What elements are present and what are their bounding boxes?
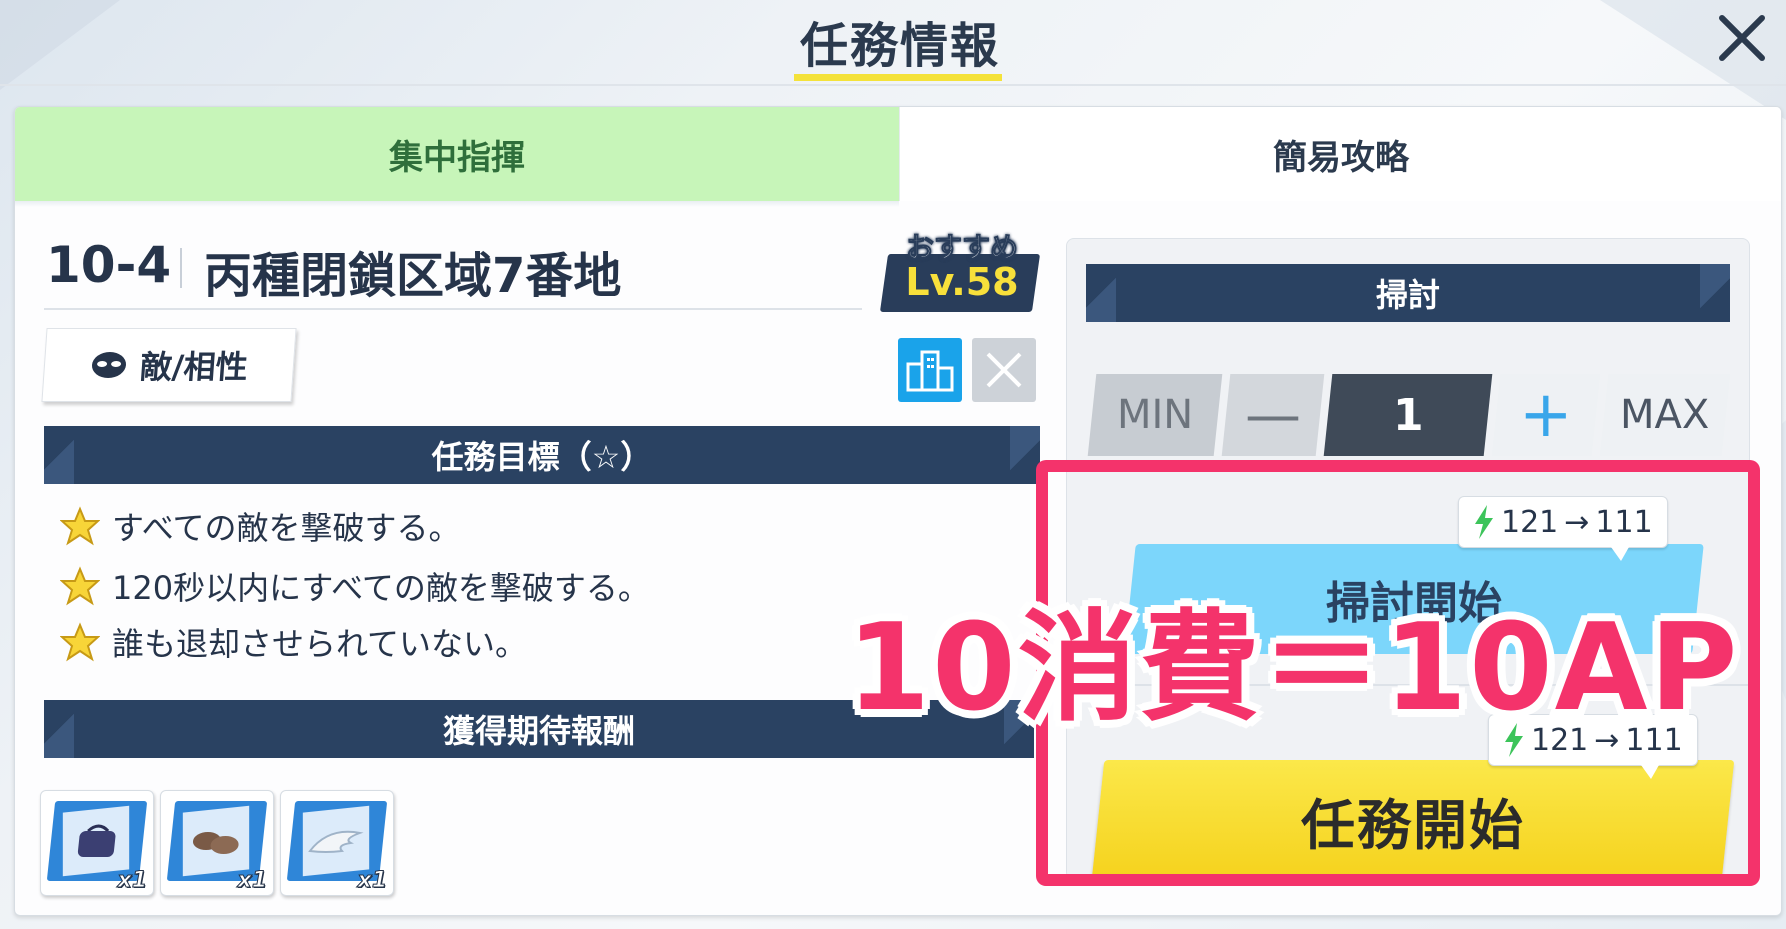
wing-icon [308, 830, 364, 853]
plus-button[interactable]: + [1491, 374, 1601, 456]
title-underline [794, 74, 1002, 81]
objectives-header-label: 任務目標（☆） [431, 438, 653, 476]
stage-name: 丙種閉鎖区域7番地 [204, 248, 622, 304]
star-icon [60, 622, 100, 662]
enemy-affinity-label: 敵/相性 [138, 348, 250, 386]
reward-quantity: x1 [357, 868, 387, 894]
tab-simple-attack[interactable]: 簡易攻略 [899, 107, 1781, 201]
max-label: MAX [1620, 392, 1710, 438]
objective-text: 120秒以内にすべての敵を撃破する。 [112, 569, 650, 607]
objective-item: すべての敵を撃破する。 [60, 502, 460, 550]
sweep-header: 掃討 [1086, 264, 1730, 322]
objectives-header: 任務目標（☆） [44, 426, 1040, 484]
bag-icon [77, 824, 116, 857]
stage-code: 10-4 [46, 236, 172, 294]
reward-item[interactable]: x1 [40, 790, 154, 896]
shoes-icon [192, 832, 239, 854]
recommended-level-badge: おすすめ Lv.58 [879, 226, 1044, 318]
objective-text: すべての敵を撃破する。 [112, 509, 461, 547]
min-label: MIN [1116, 392, 1194, 438]
reward-quantity: x1 [237, 868, 267, 894]
rewards-header-label: 獲得期待報酬 [442, 712, 635, 750]
mission-info-screen: 任務情報 集中指揮 簡易攻略 10-4 丙種閉鎖区域7番地 おすすめ Lv.58… [0, 0, 1786, 929]
close-icon[interactable] [1712, 8, 1772, 68]
reward-item[interactable]: x1 [160, 790, 274, 896]
reward-quantity: x1 [117, 868, 147, 894]
recommended-level: Lv.58 [905, 260, 1019, 304]
objective-item: 誰も退却させられていない。 [60, 618, 527, 666]
building-icon[interactable] [898, 338, 962, 402]
star-icon [60, 566, 100, 606]
header-divider [0, 84, 1786, 86]
tab-shadow [15, 201, 899, 207]
enemy-affinity-button[interactable]: 敵/相性 [41, 328, 297, 402]
objective-item: 120秒以内にすべての敵を撃破する。 [60, 562, 650, 610]
page-title: 任務情報 [799, 18, 1000, 74]
max-button[interactable]: MAX [1599, 374, 1731, 456]
sweep-header-label: 掃討 [1375, 276, 1440, 314]
reward-item[interactable]: x1 [280, 790, 394, 896]
stage-separator [180, 248, 182, 288]
minus-label: — [1245, 382, 1301, 448]
sweep-count-field[interactable]: 1 [1323, 374, 1493, 456]
sweep-count-value: 1 [1392, 389, 1424, 441]
stage-divider [44, 308, 862, 310]
x-disabled-icon[interactable] [972, 338, 1036, 402]
minus-button[interactable]: — [1221, 374, 1325, 456]
plus-label: + [1519, 378, 1573, 452]
tab-focus-command[interactable]: 集中指揮 [15, 107, 899, 201]
star-icon [60, 506, 100, 546]
enemy-mask-icon [92, 352, 127, 378]
objective-text: 誰も退却させられていない。 [112, 625, 528, 663]
annotation-text: 10消費＝10AP [846, 599, 1740, 738]
min-button[interactable]: MIN [1087, 374, 1223, 456]
